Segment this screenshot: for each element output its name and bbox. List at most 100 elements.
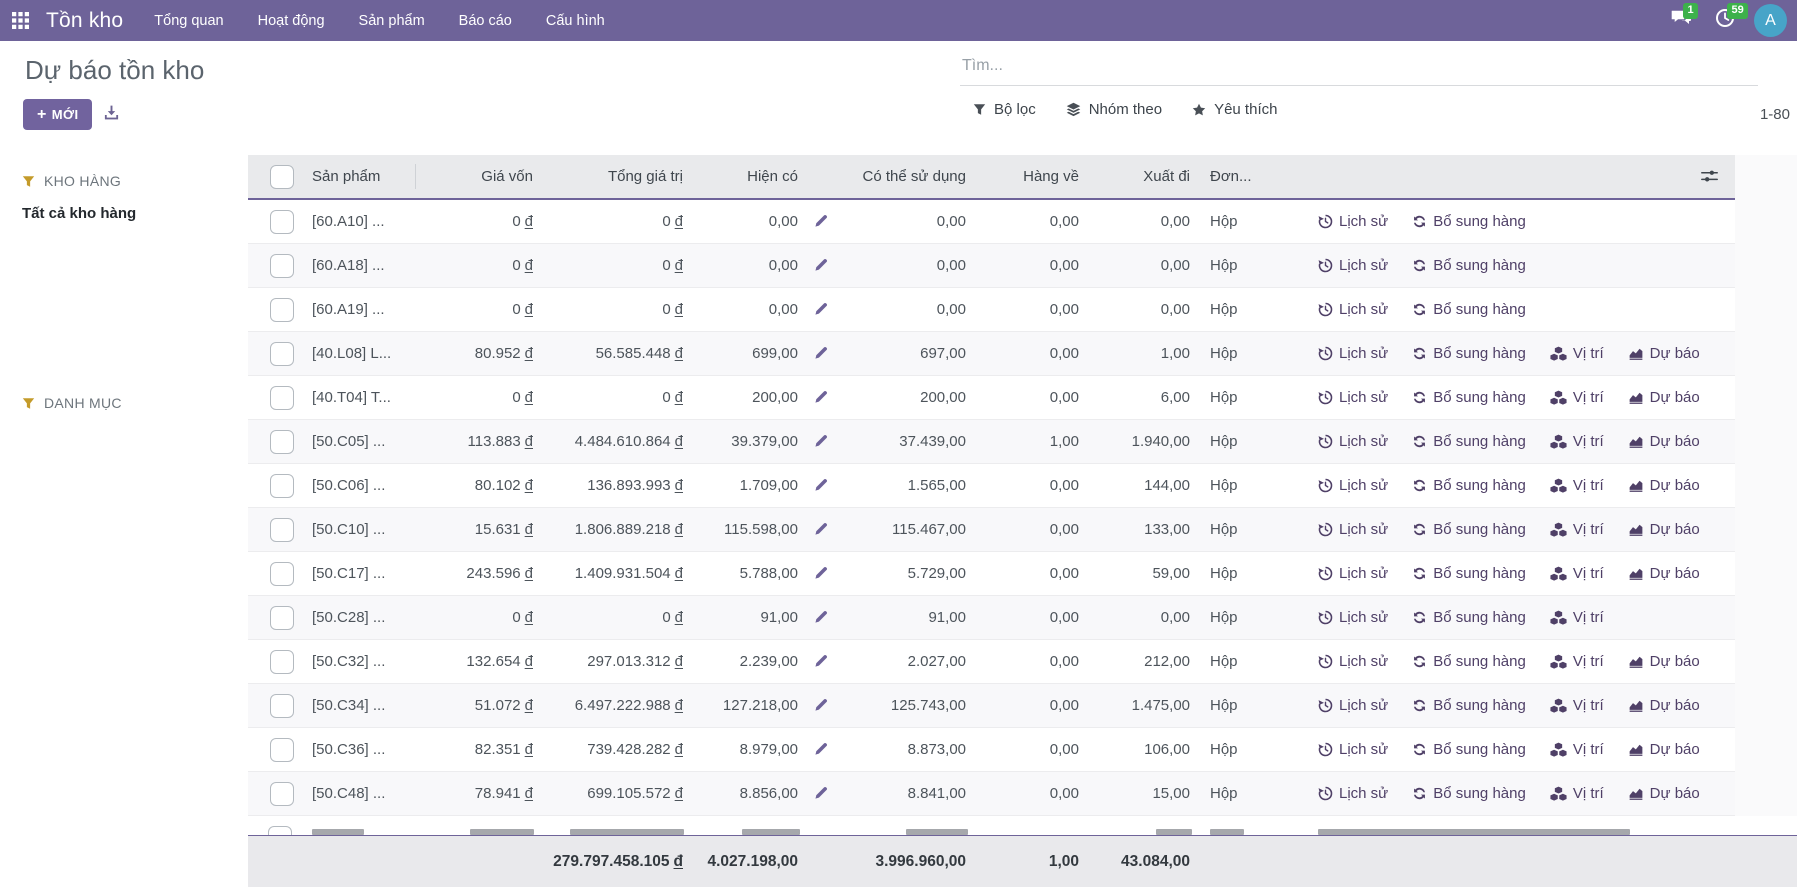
apps-grid-icon[interactable] [0,12,40,29]
product-name[interactable]: [50.C10] ... [310,521,415,538]
menu-products[interactable]: Sản phẩm [342,0,442,41]
edit-pencil-icon[interactable] [813,390,828,405]
edit-pencil-icon[interactable] [813,434,828,449]
history-button[interactable]: Lịch sử [1318,389,1388,406]
product-name[interactable]: [60.A18] ... [310,257,415,274]
replenish-button[interactable]: Bổ sung hàng [1412,477,1526,494]
location-button[interactable]: Vị trí [1550,477,1604,494]
edit-pencil-icon[interactable] [813,698,828,713]
row-checkbox[interactable] [270,738,294,762]
history-button[interactable]: Lịch sử [1318,477,1388,494]
edit-pencil-icon[interactable] [813,610,828,625]
edit-pencil-icon[interactable] [813,786,828,801]
row-checkbox[interactable] [270,430,294,454]
row-checkbox[interactable] [270,782,294,806]
col-header-on-hand[interactable]: Hiện có [685,168,800,185]
row-checkbox[interactable] [270,474,294,498]
history-button[interactable]: Lịch sử [1318,741,1388,758]
group-by-button[interactable]: Nhóm theo [1066,101,1162,118]
row-checkbox[interactable] [270,342,294,366]
menu-configuration[interactable]: Cấu hình [529,0,622,41]
replenish-button[interactable]: Bổ sung hàng [1412,521,1526,538]
forecast-button[interactable]: Dự báo [1628,521,1700,538]
edit-pencil-icon[interactable] [813,346,828,361]
replenish-button[interactable]: Bổ sung hàng [1412,609,1526,626]
forecast-button[interactable]: Dự báo [1628,653,1700,670]
optional-columns-icon[interactable] [1700,169,1719,188]
edit-pencil-icon[interactable] [813,478,828,493]
history-button[interactable]: Lịch sử [1318,565,1388,582]
row-checkbox[interactable] [270,606,294,630]
sidebar-item-all-warehouses[interactable]: Tất cả kho hàng [22,205,248,222]
menu-reports[interactable]: Báo cáo [442,0,529,41]
history-button[interactable]: Lịch sử [1318,213,1388,230]
product-name[interactable]: [40.L08] L... [310,345,415,362]
replenish-button[interactable]: Bổ sung hàng [1412,565,1526,582]
replenish-button[interactable]: Bổ sung hàng [1412,433,1526,450]
forecast-button[interactable]: Dự báo [1628,389,1700,406]
product-name[interactable]: [50.C28] ... [310,609,415,626]
pager[interactable]: 1-80 [1760,106,1790,123]
location-button[interactable]: Vị trí [1550,785,1604,802]
location-button[interactable]: Vị trí [1550,697,1604,714]
replenish-button[interactable]: Bổ sung hàng [1412,389,1526,406]
row-checkbox[interactable] [270,518,294,542]
history-button[interactable]: Lịch sử [1318,785,1388,802]
replenish-button[interactable]: Bổ sung hàng [1412,741,1526,758]
forecast-button[interactable]: Dự báo [1628,477,1700,494]
location-button[interactable]: Vị trí [1550,741,1604,758]
col-header-cost[interactable]: Giá vốn [415,168,535,185]
menu-operations[interactable]: Hoạt động [241,0,342,41]
forecast-button[interactable]: Dự báo [1628,345,1700,362]
edit-pencil-icon[interactable] [813,566,828,581]
product-name[interactable]: [60.A19] ... [310,301,415,318]
product-name[interactable]: [50.C17] ... [310,565,415,582]
activities-icon[interactable]: 59 [1710,6,1740,36]
product-name[interactable]: [40.T04] T... [310,389,415,406]
forecast-button[interactable]: Dự báo [1628,565,1700,582]
product-name[interactable]: [50.C48] ... [310,785,415,802]
location-button[interactable]: Vị trí [1550,389,1604,406]
row-checkbox[interactable] [268,826,292,835]
user-avatar[interactable]: A [1754,4,1787,37]
col-header-total-value[interactable]: Tổng giá trị [535,168,685,185]
row-checkbox[interactable] [270,254,294,278]
replenish-button[interactable]: Bổ sung hàng [1412,653,1526,670]
forecast-button[interactable]: Dự báo [1628,741,1700,758]
replenish-button[interactable]: Bổ sung hàng [1412,785,1526,802]
history-button[interactable]: Lịch sử [1318,697,1388,714]
replenish-button[interactable]: Bổ sung hàng [1412,301,1526,318]
col-header-product[interactable]: Sản phẩm [310,168,415,185]
edit-pencil-icon[interactable] [813,654,828,669]
product-name[interactable]: [50.C06] ... [310,477,415,494]
row-checkbox[interactable] [270,562,294,586]
edit-pencil-icon[interactable] [813,742,828,757]
history-button[interactable]: Lịch sử [1318,345,1388,362]
history-button[interactable]: Lịch sử [1318,521,1388,538]
location-button[interactable]: Vị trí [1550,653,1604,670]
product-name[interactable]: [50.C36] ... [310,741,415,758]
history-button[interactable]: Lịch sử [1318,653,1388,670]
search-input[interactable] [960,53,1758,85]
forecast-button[interactable]: Dự báo [1628,697,1700,714]
edit-pencil-icon[interactable] [813,522,828,537]
forecast-button[interactable]: Dự báo [1628,785,1700,802]
col-header-incoming[interactable]: Hàng về [968,168,1081,185]
product-name[interactable]: [50.C05] ... [310,433,415,450]
app-brand[interactable]: Tồn kho [46,9,123,33]
location-button[interactable]: Vị trí [1550,433,1604,450]
select-all-checkbox[interactable] [270,165,294,189]
history-button[interactable]: Lịch sử [1318,257,1388,274]
product-name[interactable]: [50.C32] ... [310,653,415,670]
history-button[interactable]: Lịch sử [1318,609,1388,626]
history-button[interactable]: Lịch sử [1318,301,1388,318]
history-button[interactable]: Lịch sử [1318,433,1388,450]
messages-icon[interactable]: 1 [1666,6,1696,36]
row-checkbox[interactable] [270,386,294,410]
col-header-available[interactable]: Có thể sử dụng [845,168,968,185]
row-checkbox[interactable] [270,210,294,234]
location-button[interactable]: Vị trí [1550,345,1604,362]
edit-pencil-icon[interactable] [813,302,828,317]
col-header-outgoing[interactable]: Xuất đi [1081,168,1192,185]
replenish-button[interactable]: Bổ sung hàng [1412,213,1526,230]
